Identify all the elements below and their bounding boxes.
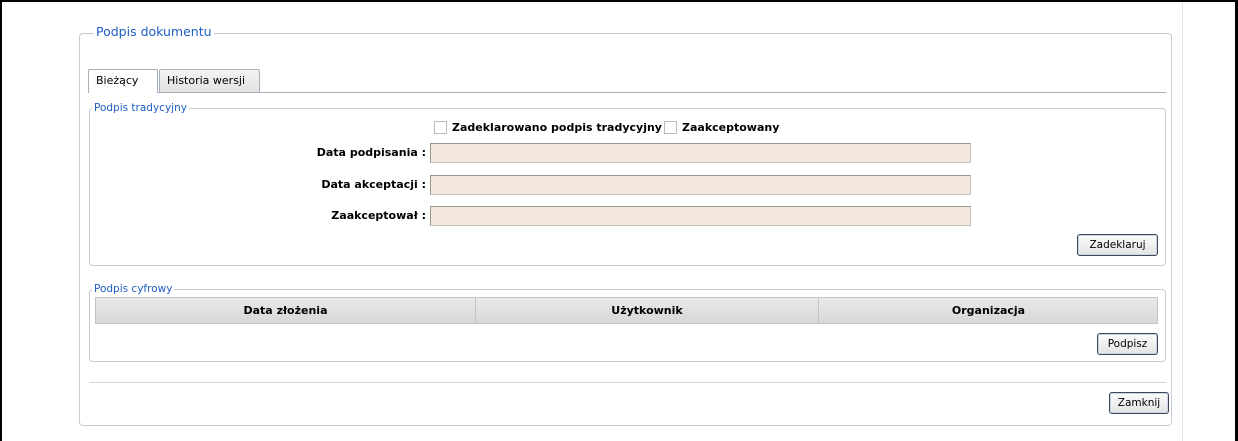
close-button[interactable]: Zamknij [1109,392,1169,414]
column-header-date[interactable]: Data złożenia [96,298,476,323]
acceptance-date-label: Data akceptacji : [321,178,426,191]
column-header-user[interactable]: Użytkownik [476,298,819,323]
panel-title: Podpis dokumentu [94,24,214,39]
signature-table-header: Data złożenia Użytkownik Organizacja [95,297,1158,324]
tab-strip-line [88,92,1166,93]
tab-current[interactable]: Bieżący [88,69,158,93]
tab-version-history[interactable]: Historia wersji [159,69,260,92]
traditional-signature-legend: Podpis tradycyjny [92,102,189,114]
sign-date-field[interactable] [430,143,971,163]
acceptance-date-field[interactable] [430,175,971,195]
accepted-label: Zaakceptowany [682,121,780,134]
window-frame-top [0,0,1238,2]
declare-button[interactable]: Zadeklaruj [1077,234,1158,256]
sign-button[interactable]: Podpisz [1097,333,1158,355]
digital-signature-legend: Podpis cyfrowy [92,283,175,295]
window-frame-left [0,0,2,441]
declared-traditional-checkbox[interactable] [434,121,447,134]
column-header-organization[interactable]: Organizacja [819,298,1158,323]
panel-divider [1182,2,1183,441]
declared-traditional-label: Zadeklarowano podpis tradycyjny [452,121,662,134]
accepted-by-label: Zaakceptował : [331,209,426,222]
sign-date-label: Data podpisania : [316,146,426,159]
bottom-separator [89,382,1166,383]
accepted-by-field[interactable] [430,206,971,226]
accepted-checkbox[interactable] [664,121,677,134]
